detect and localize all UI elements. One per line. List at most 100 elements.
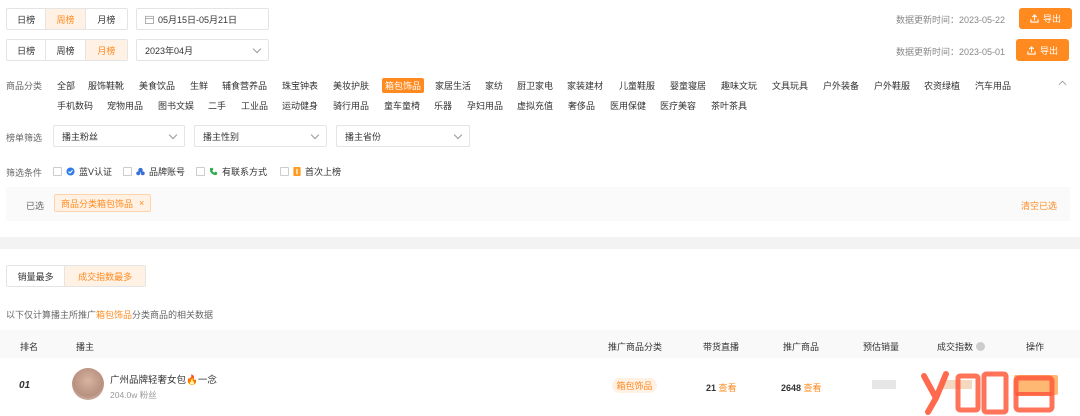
category-textile[interactable]: 家纺 [485, 79, 503, 92]
category-pet[interactable]: 宠物用品 [107, 99, 143, 112]
verified-badge-icon [66, 167, 75, 176]
category-agri[interactable]: 农资绿植 [924, 79, 960, 92]
month-select[interactable]: 2023年04月 [136, 39, 269, 61]
info-icon[interactable] [976, 342, 986, 351]
category-instrument[interactable]: 乐器 [434, 99, 452, 112]
sort-sales[interactable]: 销量最多 [7, 266, 66, 286]
category-jewelry[interactable]: 珠宝钟表 [282, 79, 318, 92]
product-cell: 2648 查看 [781, 381, 822, 394]
verified-checkbox[interactable]: 蓝V认证 [53, 165, 112, 178]
upload-icon [1030, 14, 1039, 23]
streamer-fans: 204.0w 粉丝 [110, 390, 157, 400]
category-kids-wear[interactable]: 儿童鞋服 [619, 79, 655, 92]
brand-checkbox[interactable]: 品牌账号 [123, 165, 185, 178]
category-med-beauty[interactable]: 医疗美容 [660, 99, 696, 112]
category-collectibles[interactable]: 趣味文玩 [721, 79, 757, 92]
first-rank-icon [293, 167, 301, 176]
checkbox-box [196, 167, 205, 176]
category-books[interactable]: 图书文娱 [158, 99, 194, 112]
avatar[interactable] [72, 368, 104, 400]
clear-selected-link[interactable]: 清空已选 [1021, 199, 1057, 212]
category-digital[interactable]: 手机数码 [57, 99, 93, 112]
category-decor[interactable]: 家装建材 [567, 79, 603, 92]
header-rank: 排名 [20, 342, 39, 352]
chevron-down-icon [453, 130, 463, 139]
fans-select[interactable]: 播主粉丝 [53, 125, 185, 147]
selected-tag-text: 商品分类箱包饰品 [61, 198, 134, 209]
product-count: 2648 [781, 383, 802, 393]
fans-select-label: 播主粉丝 [62, 131, 99, 142]
watermark-logo [921, 371, 1055, 415]
category-fitness[interactable]: 运动健身 [282, 99, 318, 112]
category-food[interactable]: 美食饮品 [139, 79, 175, 92]
close-icon[interactable]: × [139, 198, 144, 208]
checkbox-box [53, 167, 62, 176]
category-cycling[interactable]: 骑行用品 [333, 99, 369, 112]
export-button-2[interactable]: 导出 [1016, 39, 1069, 61]
verified-label: 蓝V认证 [79, 167, 113, 177]
upload-icon [1027, 45, 1036, 55]
live-view-link[interactable]: 查看 [719, 383, 737, 393]
header-actions: 操作 [1026, 342, 1045, 352]
header-live: 带货直播 [703, 342, 740, 352]
category-outdoor-gear[interactable]: 户外装备 [823, 79, 859, 92]
category-nutrition[interactable]: 辅食营养品 [222, 79, 267, 92]
header-products: 推广商品 [783, 342, 820, 352]
live-count: 21 [706, 383, 717, 393]
date-range-picker[interactable]: 05月15日-05月21日 [136, 8, 269, 30]
streamer-name[interactable]: 广州品牌轻奢女包🔥一念 [110, 372, 217, 386]
category-stroller[interactable]: 童车童椅 [384, 99, 420, 112]
tab-daily-2[interactable]: 日榜 [7, 40, 47, 60]
category-secondhand[interactable]: 二手 [208, 99, 226, 112]
export-label-1: 导出 [1042, 14, 1061, 24]
month-value: 2023年04月 [145, 45, 194, 56]
phone-icon [209, 167, 218, 176]
category-industrial[interactable]: 工业品 [241, 99, 268, 112]
category-luxury[interactable]: 奢侈品 [568, 99, 595, 112]
header-category: 推广商品分类 [608, 342, 663, 352]
header-deal-index-label: 成交指数 [937, 342, 974, 352]
rank-period-tabs-2: 日榜 周榜 月榜 [6, 39, 128, 61]
filters-label: 榜单筛选 [6, 133, 43, 143]
category-fresh[interactable]: 生鲜 [190, 79, 208, 92]
tab-monthly-2[interactable]: 月榜 [85, 40, 127, 60]
conditions-label: 筛选条件 [6, 168, 43, 178]
province-select[interactable]: 播主省份 [336, 125, 470, 147]
category-home[interactable]: 家居生活 [435, 79, 471, 92]
category-beauty[interactable]: 美妆护肤 [333, 79, 369, 92]
collapse-up-icon[interactable] [1058, 80, 1067, 86]
tab-weekly[interactable]: 周榜 [46, 9, 86, 29]
category-maternity[interactable]: 孕妇用品 [467, 99, 503, 112]
header-streamer: 播主 [76, 342, 95, 352]
tab-monthly[interactable]: 月榜 [86, 9, 127, 29]
header-est-sales: 预估销量 [863, 342, 900, 352]
category-appliance[interactable]: 厨卫家电 [517, 79, 553, 92]
chevron-down-icon [168, 130, 178, 139]
category-outdoor-wear[interactable]: 户外鞋服 [874, 79, 910, 92]
tab-weekly-2[interactable]: 周榜 [46, 40, 86, 60]
export-label-2: 导出 [1039, 45, 1058, 56]
province-select-label: 播主省份 [345, 131, 382, 142]
first-rank-checkbox[interactable]: 首次上榜 [280, 165, 341, 178]
contact-label: 有联系方式 [222, 167, 268, 177]
category-label: 商品分类 [6, 81, 43, 91]
export-button-1[interactable]: 导出 [1019, 8, 1072, 29]
header-deal-index: 成交指数 [937, 340, 986, 353]
category-baby-bed[interactable]: 婴童寝居 [670, 79, 706, 92]
chevron-down-icon [252, 44, 262, 53]
gender-select[interactable]: 播主性别 [194, 125, 327, 147]
category-note: 以下仅计算播主所推广箱包饰品分类商品的相关数据 [6, 308, 213, 321]
category-virtual[interactable]: 虚拟充值 [517, 99, 553, 112]
category-toys[interactable]: 文具玩具 [772, 79, 808, 92]
category-apparel[interactable]: 服饰鞋靴 [88, 79, 124, 92]
category-health[interactable]: 医用保健 [610, 99, 646, 112]
category-tea[interactable]: 茶叶茶具 [711, 99, 747, 112]
contact-checkbox[interactable]: 有联系方式 [196, 165, 267, 178]
category-all[interactable]: 全部 [57, 79, 75, 92]
category-auto[interactable]: 汽车用品 [975, 79, 1011, 92]
category-bags[interactable]: 箱包饰品 [382, 78, 425, 93]
tab-daily[interactable]: 日榜 [7, 9, 47, 29]
sort-deal-index[interactable]: 成交指数最多 [65, 266, 145, 286]
product-view-link[interactable]: 查看 [804, 383, 822, 393]
note-suffix: 分类商品的相关数据 [132, 310, 214, 320]
